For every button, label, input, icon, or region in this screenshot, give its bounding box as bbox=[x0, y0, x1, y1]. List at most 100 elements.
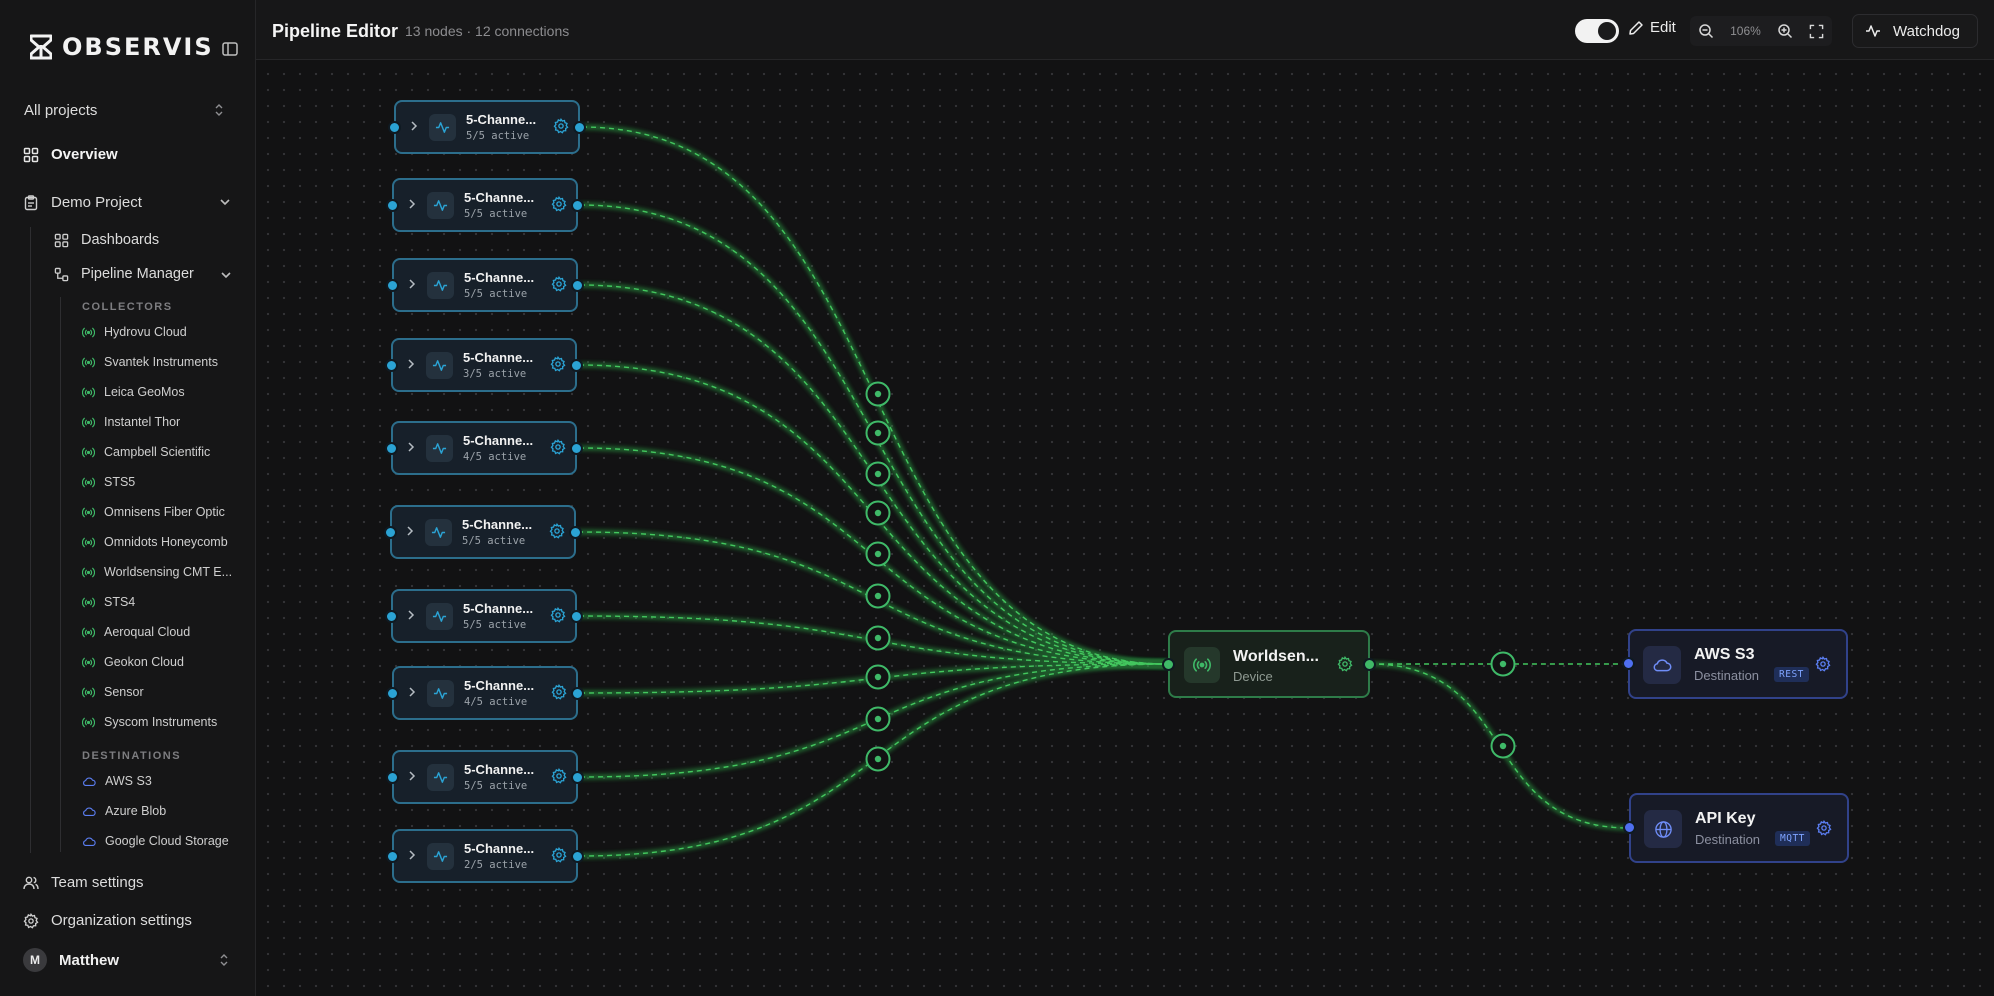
collector-item[interactable]: Geokon Cloud bbox=[82, 653, 184, 671]
collector-item[interactable]: Sensor bbox=[82, 683, 144, 701]
gear-icon[interactable] bbox=[551, 684, 567, 700]
collector-node[interactable]: 5-Channe... 3/5 active bbox=[385, 338, 583, 392]
gear-icon[interactable] bbox=[553, 118, 569, 134]
connection-handle[interactable] bbox=[865, 461, 891, 487]
collector-node[interactable]: 5-Channe... 5/5 active bbox=[386, 258, 584, 312]
gear-icon[interactable] bbox=[551, 196, 567, 212]
output-port[interactable] bbox=[570, 610, 583, 623]
project-selector[interactable]: All projects bbox=[14, 96, 234, 124]
input-port[interactable] bbox=[1623, 821, 1636, 834]
collector-item[interactable]: Syscom Instruments bbox=[82, 713, 217, 731]
gear-icon[interactable] bbox=[550, 607, 566, 623]
connection-handle[interactable] bbox=[865, 583, 891, 609]
chevron-right-icon[interactable] bbox=[406, 525, 414, 537]
gear-icon[interactable] bbox=[550, 356, 566, 372]
chevron-right-icon[interactable] bbox=[408, 198, 416, 210]
device-node[interactable]: Worldsen... Device bbox=[1162, 630, 1376, 698]
input-port[interactable] bbox=[386, 279, 399, 292]
connection-handle[interactable] bbox=[1490, 651, 1516, 677]
chevron-right-icon[interactable] bbox=[408, 686, 416, 698]
connection-handle[interactable] bbox=[865, 746, 891, 772]
collector-node[interactable]: 5-Channe... 5/5 active bbox=[386, 178, 584, 232]
gear-icon[interactable] bbox=[1337, 656, 1353, 672]
input-port[interactable] bbox=[386, 850, 399, 863]
chevron-right-icon[interactable] bbox=[407, 609, 415, 621]
input-port[interactable] bbox=[386, 687, 399, 700]
chevron-right-icon[interactable] bbox=[408, 278, 416, 290]
nav-project[interactable]: Demo Project bbox=[23, 194, 233, 211]
zoom-in-icon[interactable] bbox=[1777, 23, 1793, 39]
collector-item[interactable]: Omnisens Fiber Optic bbox=[82, 503, 225, 521]
output-port[interactable] bbox=[569, 526, 582, 539]
output-port[interactable] bbox=[571, 279, 584, 292]
collector-item[interactable]: Leica GeoMos bbox=[82, 383, 185, 401]
output-port[interactable] bbox=[1363, 658, 1376, 671]
input-port[interactable] bbox=[384, 526, 397, 539]
user-menu[interactable]: M Matthew bbox=[23, 948, 233, 972]
collector-item[interactable]: STS4 bbox=[82, 593, 135, 611]
connection-handle[interactable] bbox=[865, 381, 891, 407]
collector-node[interactable]: 5-Channe... 4/5 active bbox=[386, 666, 584, 720]
gear-icon[interactable] bbox=[1815, 656, 1831, 672]
connection-handle[interactable] bbox=[865, 706, 891, 732]
collector-node[interactable]: 5-Channe... 5/5 active bbox=[388, 100, 586, 154]
collector-item[interactable]: STS5 bbox=[82, 473, 135, 491]
gear-icon[interactable] bbox=[551, 276, 567, 292]
chevron-right-icon[interactable] bbox=[407, 358, 415, 370]
input-port[interactable] bbox=[1622, 657, 1635, 670]
input-port[interactable] bbox=[386, 771, 399, 784]
output-port[interactable] bbox=[571, 771, 584, 784]
collector-item[interactable]: Worldsensing CMT E... bbox=[82, 563, 232, 581]
edit-mode-toggle[interactable] bbox=[1575, 19, 1619, 43]
input-port[interactable] bbox=[385, 610, 398, 623]
collector-item[interactable]: Campbell Scientific bbox=[82, 443, 210, 461]
nav-team-settings[interactable]: Team settings bbox=[23, 874, 144, 891]
gear-icon[interactable] bbox=[551, 847, 567, 863]
collector-node[interactable]: 5-Channe... 2/5 active bbox=[386, 829, 584, 883]
output-port[interactable] bbox=[571, 687, 584, 700]
input-port[interactable] bbox=[386, 199, 399, 212]
collector-item[interactable]: Omnidots Honeycomb bbox=[82, 533, 228, 551]
collector-item[interactable]: Hydrovu Cloud bbox=[82, 323, 187, 341]
chevron-right-icon[interactable] bbox=[408, 770, 416, 782]
chevron-right-icon[interactable] bbox=[408, 849, 416, 861]
brand-logo[interactable]: OBSERVIS bbox=[30, 33, 214, 61]
nav-pipeline-manager[interactable]: Pipeline Manager bbox=[54, 266, 234, 282]
destination-item[interactable]: AWS S3 bbox=[82, 772, 152, 790]
collector-item[interactable]: Instantel Thor bbox=[82, 413, 180, 431]
input-port[interactable] bbox=[385, 442, 398, 455]
destination-item[interactable]: Azure Blob bbox=[82, 802, 166, 820]
output-port[interactable] bbox=[570, 442, 583, 455]
connection-handle[interactable] bbox=[1490, 733, 1516, 759]
collector-node[interactable]: 5-Channe... 4/5 active bbox=[385, 421, 583, 475]
output-port[interactable] bbox=[570, 359, 583, 372]
collector-node[interactable]: 5-Channe... 5/5 active bbox=[385, 589, 583, 643]
nav-overview[interactable]: Overview bbox=[23, 146, 118, 163]
gear-icon[interactable] bbox=[551, 768, 567, 784]
sidebar-toggle-icon[interactable] bbox=[221, 40, 239, 58]
chevron-right-icon[interactable] bbox=[410, 120, 418, 132]
output-port[interactable] bbox=[571, 199, 584, 212]
chevron-right-icon[interactable] bbox=[407, 441, 415, 453]
connection-handle[interactable] bbox=[865, 664, 891, 690]
gear-icon[interactable] bbox=[1816, 820, 1832, 836]
nav-dashboards[interactable]: Dashboards bbox=[54, 232, 159, 248]
destination-item[interactable]: Google Cloud Storage bbox=[82, 832, 229, 850]
connection-handle[interactable] bbox=[865, 625, 891, 651]
collector-item[interactable]: Svantek Instruments bbox=[82, 353, 218, 371]
gear-icon[interactable] bbox=[550, 439, 566, 455]
pipeline-canvas[interactable]: Worldsen... Device 5-Channe... 5/5 active… bbox=[256, 60, 1994, 996]
gear-icon[interactable] bbox=[549, 523, 565, 539]
input-port[interactable] bbox=[1162, 658, 1175, 671]
output-port[interactable] bbox=[573, 121, 586, 134]
destination-node[interactable]: AWS S3 Destination REST bbox=[1622, 629, 1848, 699]
fullscreen-icon[interactable] bbox=[1809, 24, 1824, 39]
watchdog-button[interactable]: Watchdog bbox=[1852, 14, 1978, 48]
input-port[interactable] bbox=[388, 121, 401, 134]
connection-handle[interactable] bbox=[865, 420, 891, 446]
collector-node[interactable]: 5-Channe... 5/5 active bbox=[384, 505, 582, 559]
edit-button[interactable]: Edit bbox=[1628, 19, 1676, 36]
collector-node[interactable]: 5-Channe... 5/5 active bbox=[386, 750, 584, 804]
nav-org-settings[interactable]: Organization settings bbox=[23, 912, 192, 929]
destination-node[interactable]: API Key Destination MQTT bbox=[1623, 793, 1849, 863]
